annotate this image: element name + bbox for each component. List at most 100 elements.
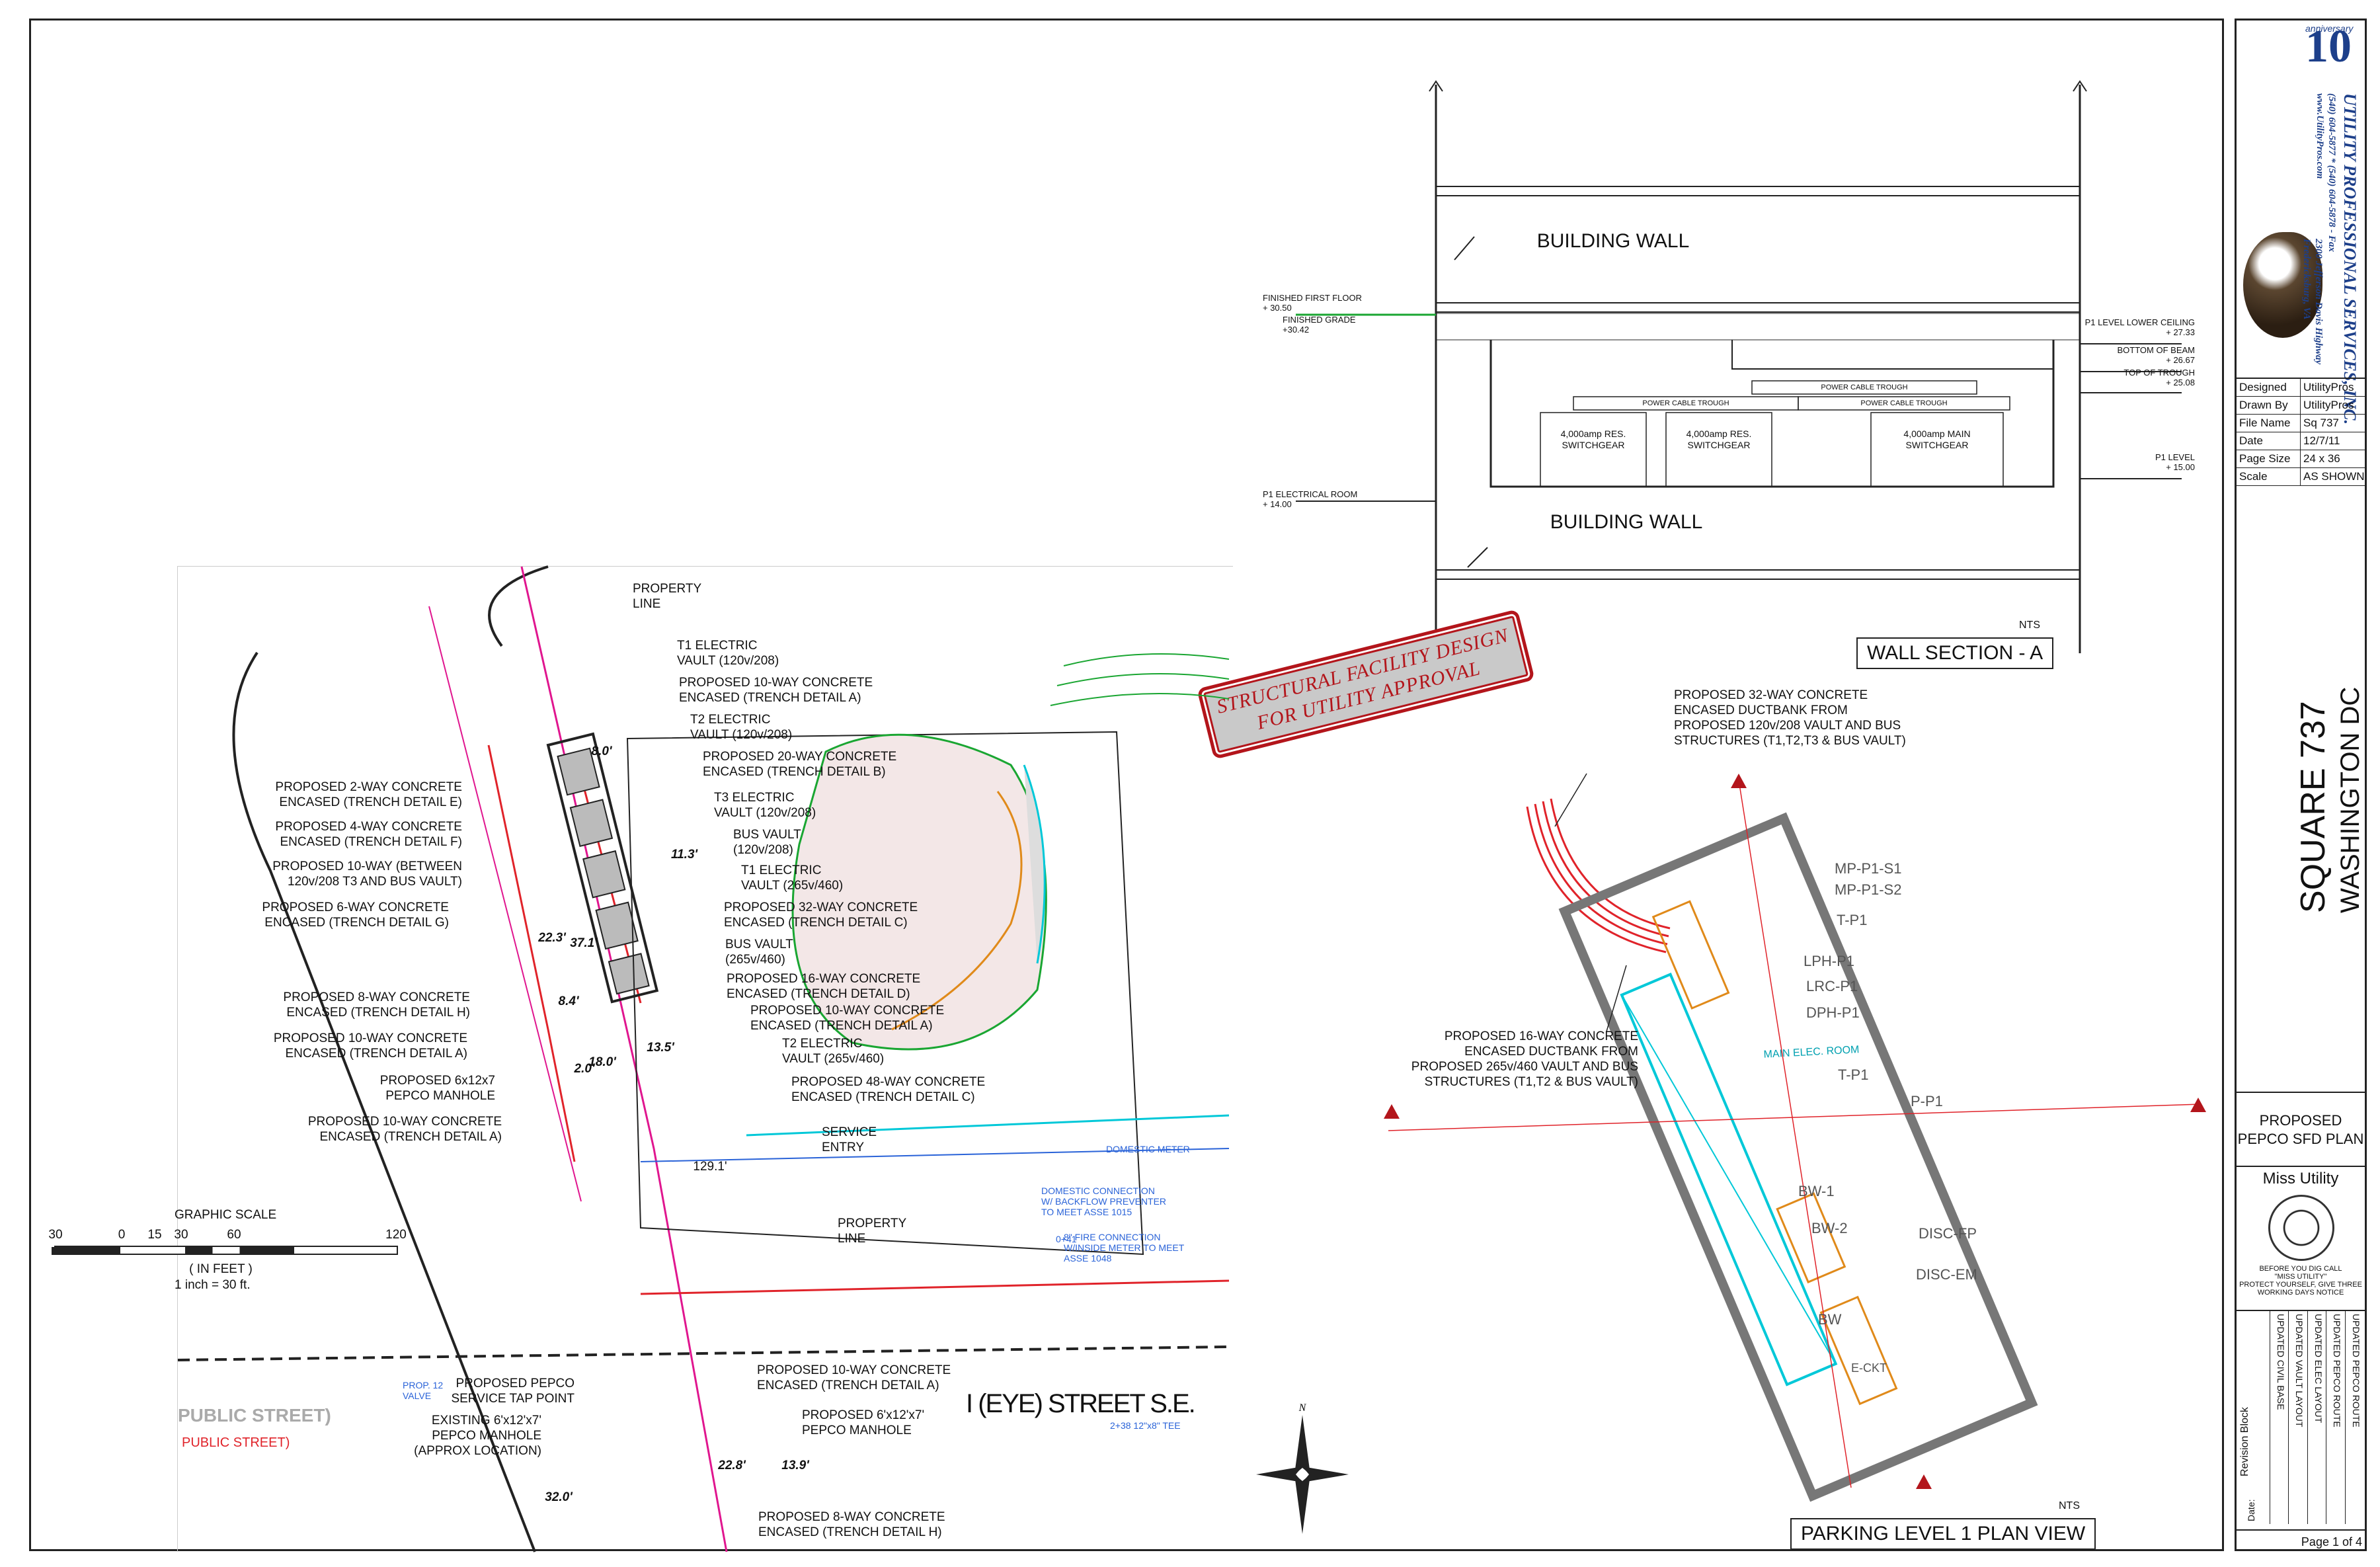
dimension: 11.3' [670, 848, 698, 862]
miss-utility-title: Miss Utility [2262, 1170, 2339, 1187]
wall-section-drawing [1296, 80, 2182, 653]
company-phone: (540) 604-5877 * (540) 604-5878 - Fax [2326, 93, 2337, 252]
dimension: 37.1' [570, 936, 598, 950]
revision-col-header: Date: [2246, 1311, 2270, 1524]
north-arrow-icon: N [1250, 1402, 1355, 1541]
scale-bar [54, 1246, 398, 1255]
station-label: 0+41 [1056, 1234, 1077, 1244]
callout-t1-vault-265: T1 ELECTRIC VAULT (265v/460) [741, 864, 844, 893]
dimension: 13.5' [647, 1041, 674, 1055]
panel-label: T-P1 [1838, 1066, 1869, 1083]
callout-20-way-b: PROPOSED 20-WAY CONCRETE ENCASED (TRENCH… [703, 750, 897, 779]
revision-block: Revision Block Date: UPDATED CIVIL BASE … [2237, 1311, 2365, 1524]
trough-label: POWER CABLE TROUGH [1821, 383, 1908, 391]
callout-48-way-c: PROPOSED 48-WAY CONCRETE ENCASED (TRENCH… [791, 1075, 986, 1104]
scale-tick: 60 [227, 1228, 241, 1242]
revision-row: UPDATED ELEC LAYOUT [2308, 1311, 2327, 1524]
dimension: 2.0' [574, 1062, 595, 1076]
revision-block-title: Revision Block [2239, 1407, 2250, 1476]
company-logo: 10 anniversary UTILITY PROFESSIONAL SERV… [2237, 20, 2369, 424]
callout-10-way-a-2: PROPOSED 10-WAY CONCRETE ENCASED (TRENCH… [750, 1004, 945, 1033]
callout-service-entry: SERVICE ENTRY [822, 1125, 877, 1154]
revision-table: Date: UPDATED CIVIL BASE UPDATED VAULT L… [2246, 1311, 2363, 1524]
scale-tick: 15 [147, 1228, 162, 1242]
elev-finished-first-floor: FINISHED FIRST FLOOR + 30.50 [1263, 293, 1362, 313]
callout-4-way-f: PROPOSED 4-WAY CONCRETE ENCASED (TRENCH … [275, 820, 462, 849]
callout-32-way-ductbank: PROPOSED 32-WAY CONCRETE ENCASED DUCTBAN… [1674, 688, 1906, 748]
company-address-2: Fredericksburg, VA [2301, 239, 2312, 320]
callout-property-line-2: PROPERTY LINE [838, 1217, 907, 1246]
graphic-scale-title: GRAPHIC SCALE [175, 1208, 277, 1222]
dimension: 8.0' [591, 744, 612, 758]
title-block: 10 anniversary UTILITY PROFESSIONAL SERV… [2235, 19, 2367, 1551]
domestic-meter-label: DOMESTIC METER [1106, 1144, 1190, 1154]
panel-label: DPH-P1 [1806, 1004, 1860, 1021]
callout-bus-vault-265: BUS VAULT (265v/460) [725, 938, 793, 967]
svg-text:N: N [1298, 1402, 1307, 1414]
elev-top-of-trough: TOP OF TROUGH + 25.08 [2123, 368, 2195, 387]
field-row: Date 12/7/11 [2237, 432, 2365, 450]
dimension: 32.0' [545, 1490, 573, 1504]
building-wall-label-bottom: BUILDING WALL [1550, 511, 1703, 533]
callout-10-way-a-3: PROPOSED 10-WAY CONCRETE ENCASED (TRENCH… [757, 1363, 951, 1392]
panel-label: LRC-P1 [1806, 978, 1858, 994]
callout-t1-vault-120: T1 ELECTRIC VAULT (120v/208) [677, 639, 779, 668]
revision-row: UPDATED PEPCO ROUTE [2326, 1311, 2346, 1524]
callout-t2-vault-120: T2 ELECTRIC VAULT (120v/208) [690, 713, 793, 742]
parking-plan-drawing [1384, 773, 2206, 1502]
callout-6-way-g: PROPOSED 6-WAY CONCRETE ENCASED (TRENCH … [262, 901, 449, 930]
page-number: Page 1 of 4 [2301, 1535, 2362, 1548]
callout-10-way-a-left: PROPOSED 10-WAY CONCRETE ENCASED (TRENCH… [273, 1031, 467, 1061]
callout-8-way-h-2: PROPOSED 8-WAY CONCRETE ENCASED (TRENCH … [758, 1510, 945, 1539]
trough-label: POWER CABLE TROUGH [1642, 399, 1729, 407]
callout-10-way-a-left-2: PROPOSED 10-WAY CONCRETE ENCASED (TRENCH… [307, 1115, 502, 1144]
elev-bottom-of-beam: BOTTOM OF BEAM + 26.67 [2117, 345, 2196, 365]
elev-p1-electrical-room: P1 ELECTRICAL ROOM + 14.00 [1263, 489, 1358, 509]
project-title: SQUARE 737 [2294, 701, 2332, 913]
fire-connection-label: 8" FIRE CONNECTION W/INSIDE METER TO MEE… [1064, 1232, 1185, 1264]
switchgear-label: 4,000amp RES. SWITCHGEAR [1686, 428, 1752, 450]
scale-tick: 30 [48, 1228, 63, 1242]
scale-tick: 0 [118, 1228, 126, 1242]
revision-row: UPDATED PEPCO ROUTE [2350, 1314, 2361, 1427]
wall-section-title: WALL SECTION - A [1856, 637, 2054, 669]
street-label-i-street: I (EYE) STREET S.E. [966, 1389, 1196, 1418]
wall-section-a: BUILDING WALL BUILDING WALL FINISHED FIR… [1256, 19, 2224, 673]
wall-section-nts: NTS [2019, 620, 2040, 631]
elev-finished-grade: FINISHED GRADE +30.42 [1283, 315, 1356, 335]
domestic-connection-label: DOMESTIC CONNECTION W/ BACKFLOW PREVENTE… [1041, 1185, 1167, 1217]
scale-ratio: 1 inch = 30 ft. [175, 1278, 251, 1292]
callout-t3-vault-120: T3 ELECTRIC VAULT (120v/208) [714, 791, 816, 820]
switchgear-label: 4,000amp MAIN SWITCHGEAR [1903, 428, 1971, 450]
panel-label: LPH-P1 [1804, 953, 1855, 969]
project-location: WASHINGTON DC [2336, 686, 2365, 913]
street-label-public: PUBLIC STREET) [178, 1405, 331, 1426]
scale-unit: ( IN FEET ) [189, 1262, 253, 1276]
dimension: 129.1' [693, 1160, 727, 1174]
panel-label: P-P1 [1911, 1093, 1943, 1109]
panel-label: BW [1818, 1311, 1842, 1328]
panel-label: T-P1 [1837, 912, 1868, 928]
valve-label: PROP. 12 VALVE [403, 1380, 444, 1401]
scale-tick: 30 [174, 1228, 188, 1242]
field-row: Scale AS SHOWN [2237, 468, 2365, 486]
callout-t2-vault-265: T2 ELECTRIC VAULT (265v/460) [782, 1037, 885, 1066]
callout-pepco-manhole-new: PROPOSED 6'x12'x7' PEPCO MANHOLE [802, 1408, 925, 1437]
panel-label: E-CKT [1851, 1361, 1887, 1375]
panel-label: BW-2 [1811, 1220, 1848, 1236]
callout-property-line: PROPERTY LINE [633, 582, 702, 611]
company-address-1: 2300 Jefferson Davis Highway [2313, 239, 2324, 365]
panel-label: DISC-FP [1919, 1225, 1977, 1242]
elev-p1-lower-ceiling: P1 LEVEL LOWER CEILING + 27.33 [2084, 317, 2195, 337]
miss-utility-note: BEFORE YOU DIG CALL "MISS UTILITY" PROTE… [2239, 1265, 2362, 1297]
street-label-public-2: PUBLIC STREET) [182, 1435, 290, 1450]
revision-row: UPDATED CIVIL BASE [2270, 1311, 2289, 1524]
building-wall-label-top: BUILDING WALL [1536, 230, 1690, 252]
field-row: File Name Sq 737 [2237, 415, 2365, 432]
graphic-scale: GRAPHIC SCALE 30 0 15 30 60 120 ( IN FEE… [42, 1207, 413, 1300]
company-name: UTILITY PROFESSIONAL SERVICES, INC. [2340, 93, 2360, 425]
dimension: 8.4' [558, 994, 579, 1008]
callout-pepco-manhole-6x12: PROPOSED 6x12x7 PEPCO MANHOLE [379, 1074, 495, 1103]
tee-label: 2+38 12"x8" TEE [1110, 1420, 1181, 1431]
callout-8-way-h: PROPOSED 8-WAY CONCRETE ENCASED (TRENCH … [283, 990, 470, 1020]
